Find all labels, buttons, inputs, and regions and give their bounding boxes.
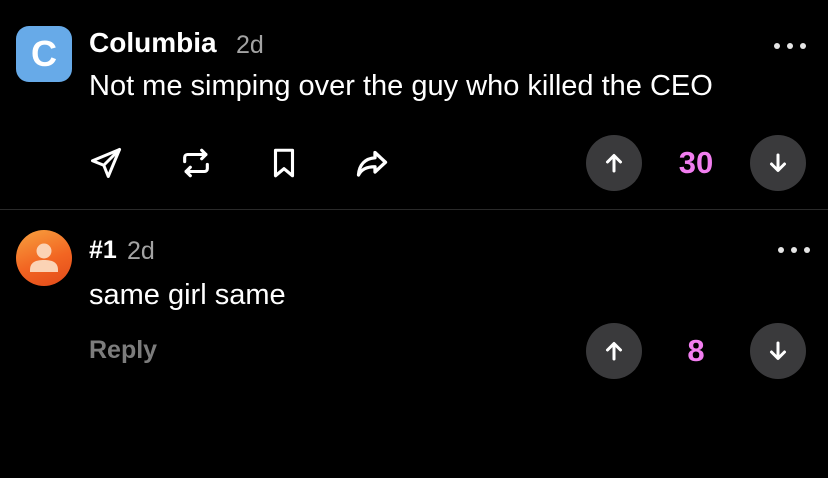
post-author[interactable]: Columbia bbox=[89, 27, 217, 59]
arrow-up-icon bbox=[606, 342, 622, 361]
downvote-button[interactable] bbox=[750, 135, 806, 191]
post-more-icon[interactable] bbox=[774, 36, 806, 56]
community-avatar[interactable]: C bbox=[16, 26, 72, 82]
comment-text: same girl same bbox=[89, 279, 286, 311]
arrow-up-icon bbox=[606, 154, 622, 173]
comment-time: 2d bbox=[127, 237, 155, 265]
arrow-down-icon bbox=[770, 341, 786, 360]
user-avatar[interactable] bbox=[16, 230, 72, 286]
comment-downvote-button[interactable] bbox=[750, 323, 806, 379]
post-text: Not me simping over the guy who killed t… bbox=[89, 70, 713, 102]
post-time: 2d bbox=[236, 31, 264, 59]
comment: #1 2d same girl same Reply 8 bbox=[0, 210, 828, 478]
post: C Columbia 2d Not me simping over the gu… bbox=[0, 0, 828, 209]
comment-vote-count: 8 bbox=[687, 333, 705, 368]
comment-more-icon[interactable] bbox=[778, 240, 810, 260]
bookmark-icon[interactable] bbox=[264, 143, 304, 183]
share-icon[interactable] bbox=[352, 143, 392, 183]
arrow-down-icon bbox=[770, 153, 786, 172]
person-icon bbox=[30, 243, 58, 272]
post-vote-count: 30 bbox=[678, 145, 714, 180]
comment-upvote-button[interactable] bbox=[586, 323, 642, 379]
repost-icon[interactable] bbox=[176, 143, 216, 183]
upvote-button[interactable] bbox=[586, 135, 642, 191]
send-icon[interactable] bbox=[86, 143, 126, 183]
comment-author[interactable]: #1 bbox=[89, 236, 117, 265]
community-avatar-letter: C bbox=[31, 33, 57, 74]
reply-button[interactable]: Reply bbox=[89, 336, 157, 365]
